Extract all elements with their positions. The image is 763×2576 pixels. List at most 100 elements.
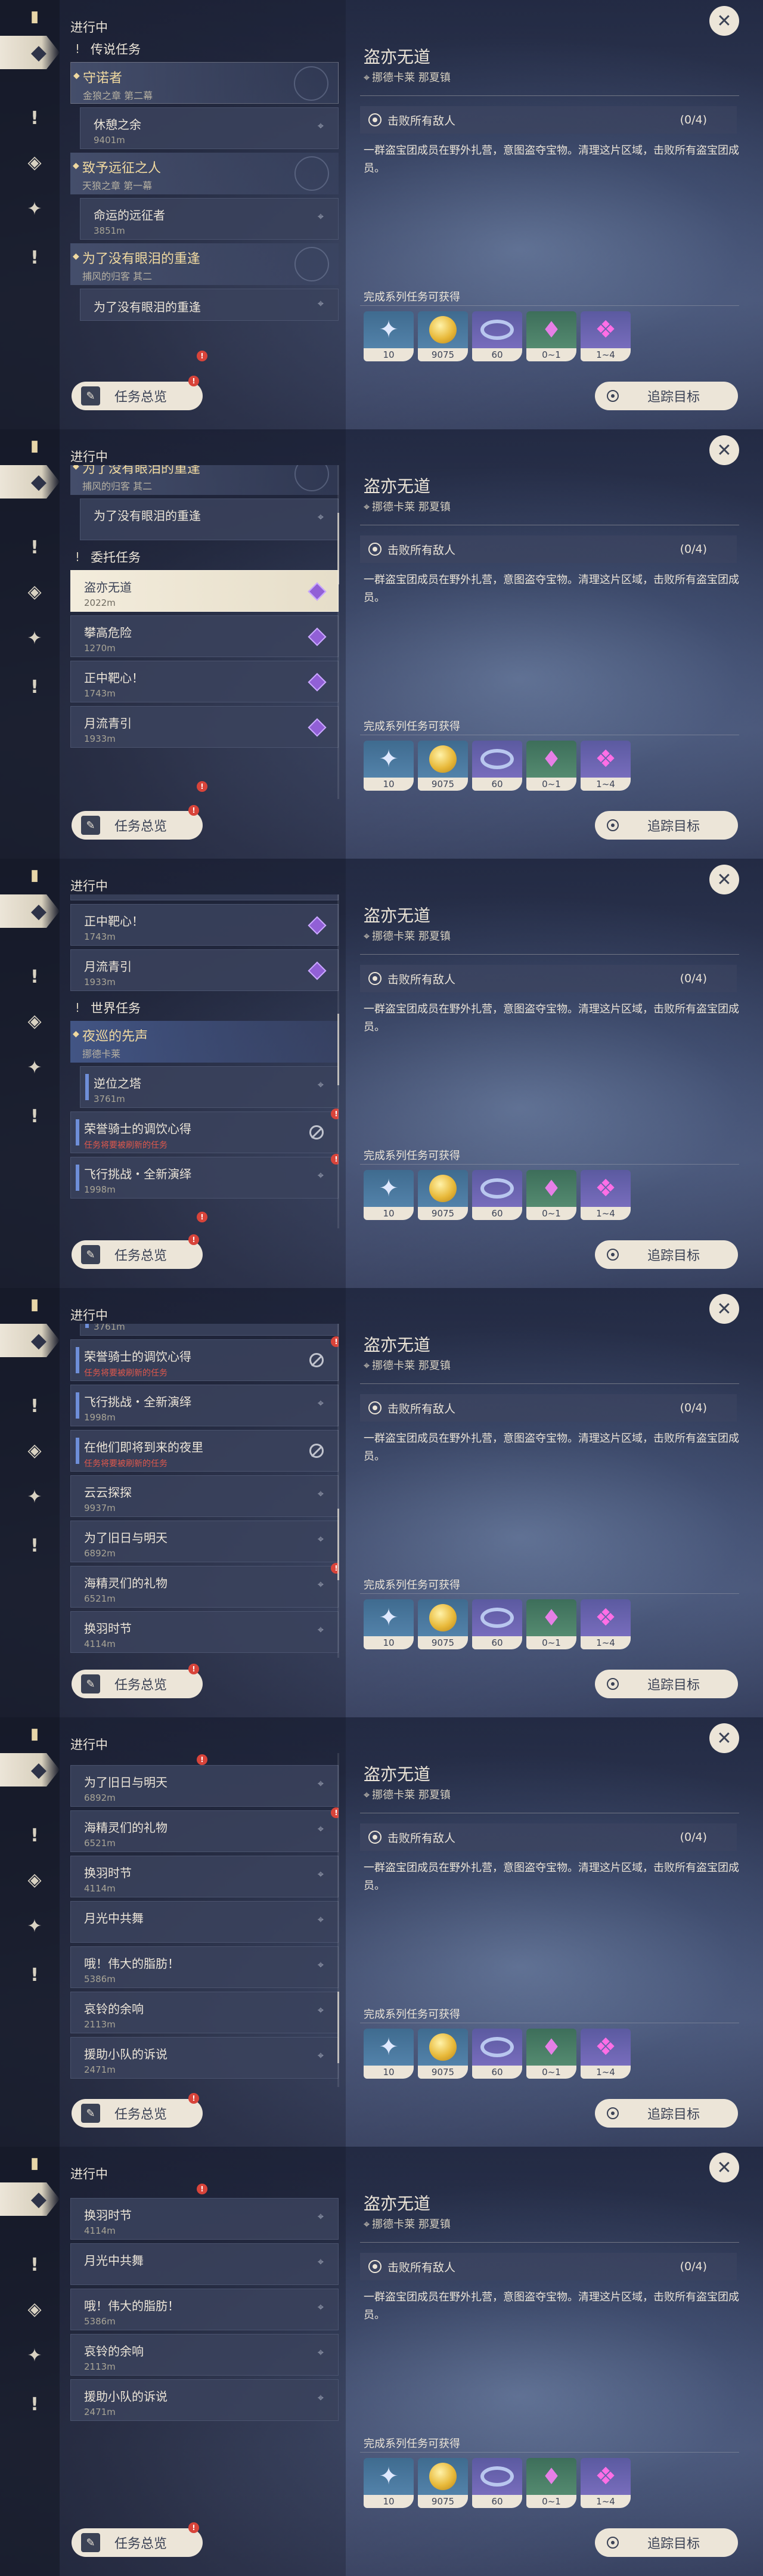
diamond-icon[interactable]: ◈ xyxy=(23,2297,46,2321)
reward-item[interactable]: ♦ 0~1 xyxy=(526,311,576,361)
list-item[interactable]: 月光中共舞 ⌖ xyxy=(70,2243,339,2285)
reward-item[interactable]: ❖ 1~4 xyxy=(581,1599,631,1649)
diamond-icon[interactable]: ✦ xyxy=(23,1914,46,1938)
exclamation-icon[interactable]: ! xyxy=(23,2392,46,2416)
list-item[interactable]: 命运的远征者 3851m ⌖ xyxy=(80,198,339,240)
diamond-icon[interactable]: ◈ xyxy=(23,150,46,174)
list-item[interactable]: 休憩之余 9401m ⌖ xyxy=(80,107,339,149)
quest-book-icon[interactable]: ▮ xyxy=(23,1722,46,1746)
reward-item[interactable]: 9075 xyxy=(418,311,468,361)
list-item[interactable]: 攀高危险 1270m xyxy=(70,615,339,657)
diamond-icon[interactable]: ✦ xyxy=(23,1485,46,1509)
list-item[interactable]: 荣誉骑士的调饮心得 任务将要被刷新的任务 ! xyxy=(70,1109,339,1153)
quest-diamond-icon[interactable]: ◆ xyxy=(0,2182,60,2216)
quest-list[interactable]: 换羽时节 4114m ⌖ 月光中共舞 ⌖ 哦！伟大的脂肪！ 5386m ⌖ 哀铃… xyxy=(70,2182,339,2516)
list-item[interactable]: 为了旧日与明天 6892m ⌖ xyxy=(70,1765,339,1807)
quest-book-icon[interactable]: ▮ xyxy=(23,5,46,29)
reward-item[interactable]: 60 xyxy=(472,2458,522,2508)
list-item[interactable]: 攀高危险 1270m xyxy=(70,894,339,900)
reward-item[interactable]: ❖ 1~4 xyxy=(581,741,631,791)
exclamation-icon[interactable]: ! xyxy=(23,246,46,270)
reward-item[interactable]: ♦ 0~1 xyxy=(526,2029,576,2079)
list-item[interactable]: 月光中共舞 ⌖ xyxy=(70,1901,339,1943)
list-item[interactable]: 哀铃的余响 2113m ⌖ xyxy=(70,2334,339,2376)
quest-diamond-icon[interactable]: ◆ xyxy=(0,36,60,69)
quest-overview-button[interactable]: ✎ 任务总览 ! xyxy=(72,1234,203,1269)
exclamation-icon[interactable]: ! xyxy=(23,535,46,559)
scrollbar[interactable] xyxy=(337,1324,339,1658)
track-target-button[interactable]: 追踪目标 xyxy=(595,1240,738,1269)
quest-overview-button[interactable]: ✎ 任务总览 ! xyxy=(72,2522,203,2557)
track-target-button[interactable]: 追踪目标 xyxy=(595,382,738,410)
list-item[interactable]: 换羽时节 4114m ⌖ xyxy=(70,1611,339,1653)
quest-list[interactable]: 逆位之塔 3761m ⌖ 荣誉骑士的调饮心得 任务将要被刷新的任务 ! 飞行挑战… xyxy=(70,1324,339,1658)
list-item[interactable]: 月流青引 1933m xyxy=(70,706,339,748)
reward-item[interactable]: 9075 xyxy=(418,1599,468,1649)
reward-item[interactable]: ✦ 10 xyxy=(364,311,414,361)
list-item[interactable]: 逆位之塔 3761m ⌖ xyxy=(80,1324,339,1336)
diamond-icon[interactable]: ◈ xyxy=(23,1009,46,1033)
track-target-button[interactable]: 追踪目标 xyxy=(595,2099,738,2128)
quest-list[interactable]: ◆ 为了没有眼泪的重逢 捕风的归客 其二 为了没有眼泪的重逢 ⌖ ! 委托任务 盗… xyxy=(70,465,339,799)
list-item[interactable]: 正中靶心！ 1743m xyxy=(70,904,339,946)
list-item[interactable]: 哦！伟大的脂肪！ 5386m ⌖ xyxy=(70,1946,339,1988)
close-icon[interactable]: ✕ xyxy=(709,2153,739,2182)
quest-diamond-icon[interactable]: ◆ xyxy=(0,1324,60,1357)
reward-item[interactable]: ♦ 0~1 xyxy=(526,1599,576,1649)
quest-overview-button[interactable]: ✎ 任务总览 ! xyxy=(72,805,203,840)
quest-head-legend-3[interactable]: ◆ 为了没有眼泪的重逢 捕风的归客 其二 xyxy=(70,243,339,285)
reward-item[interactable]: 60 xyxy=(472,311,522,361)
diamond-icon[interactable]: ✦ xyxy=(23,197,46,221)
list-item[interactable]: 为了旧日与明天 6892m ⌖ xyxy=(70,1521,339,1562)
close-icon[interactable]: ✕ xyxy=(709,435,739,465)
exclamation-icon[interactable]: ! xyxy=(23,1963,46,1987)
list-item[interactable]: 为了没有眼泪的重逢 ⌖ xyxy=(80,499,339,540)
scrollbar[interactable] xyxy=(337,894,339,1228)
diamond-icon[interactable]: ✦ xyxy=(23,626,46,650)
exclamation-icon[interactable]: ! xyxy=(23,1534,46,1558)
list-item[interactable]: 援助小队的诉说 2471m ⌖ xyxy=(70,2379,339,2421)
reward-item[interactable]: ❖ 1~4 xyxy=(581,311,631,361)
list-item[interactable]: 换羽时节 4114m ⌖ xyxy=(70,1856,339,1897)
reward-item[interactable]: ✦ 10 xyxy=(364,741,414,791)
list-item[interactable]: 援助小队的诉说 2471m ⌖ xyxy=(70,2037,339,2079)
list-item[interactable]: 哀铃的余响 2113m ⌖ xyxy=(70,1992,339,2033)
exclamation-icon[interactable]: ! xyxy=(23,106,46,130)
track-target-button[interactable]: 追踪目标 xyxy=(595,1670,738,1698)
reward-item[interactable]: 9075 xyxy=(418,1170,468,1220)
quest-overview-button[interactable]: ✎ 任务总览 ! xyxy=(72,1664,203,1698)
reward-item[interactable]: 60 xyxy=(472,2029,522,2079)
close-icon[interactable]: ✕ xyxy=(709,1723,739,1753)
list-item[interactable]: 海精灵们的礼物 6521m ⌖ ! xyxy=(70,1807,339,1852)
quest-book-icon[interactable]: ▮ xyxy=(23,434,46,458)
exclamation-icon[interactable]: ! xyxy=(23,1394,46,1418)
diamond-icon[interactable]: ◈ xyxy=(23,580,46,603)
reward-item[interactable]: 60 xyxy=(472,1170,522,1220)
quest-list[interactable]: 为了旧日与明天 6892m ⌖ 海精灵们的礼物 6521m ⌖ ! 换羽时节 4… xyxy=(70,1753,339,2087)
quest-head-legend-2[interactable]: ◆ 致予远征之人 天狼之章 第一幕 xyxy=(70,153,339,194)
list-item[interactable]: 荣誉骑士的调饮心得 任务将要被刷新的任务 ! xyxy=(70,1336,339,1381)
track-target-button[interactable]: 追踪目标 xyxy=(595,2528,738,2557)
close-icon[interactable]: ✕ xyxy=(709,6,739,36)
list-item[interactable]: 云云探探 9937m ⌖ xyxy=(70,1475,339,1517)
quest-overview-button[interactable]: ✎ 任务总览 ! xyxy=(72,2093,203,2128)
list-item[interactable]: 飞行挑战・全新演绎 1998m ⌖ ! xyxy=(70,1154,339,1199)
reward-item[interactable]: 60 xyxy=(472,741,522,791)
list-item[interactable]: 飞行挑战・全新演绎 1998m ⌖ xyxy=(70,1385,339,1426)
list-item[interactable]: 为了没有眼泪的重逢 ⌖ xyxy=(80,289,339,321)
list-item[interactable]: 月流青引 1933m xyxy=(70,949,339,991)
scrollbar[interactable] xyxy=(337,1753,339,2087)
reward-item[interactable]: 60 xyxy=(472,1599,522,1649)
list-item[interactable]: 盗亦无道 2022m xyxy=(70,570,339,612)
exclamation-icon[interactable]: ! xyxy=(23,675,46,699)
exclamation-icon[interactable]: ! xyxy=(23,2253,46,2277)
reward-item[interactable]: ❖ 1~4 xyxy=(581,1170,631,1220)
reward-item[interactable]: 9075 xyxy=(418,741,468,791)
reward-item[interactable]: ♦ 0~1 xyxy=(526,2458,576,2508)
quest-overview-button[interactable]: ✎ 任务总览 ! xyxy=(72,376,203,410)
close-icon[interactable]: ✕ xyxy=(709,1294,739,1324)
reward-item[interactable]: ✦ 10 xyxy=(364,2458,414,2508)
scrollbar[interactable] xyxy=(337,465,339,799)
close-icon[interactable]: ✕ xyxy=(709,865,739,894)
diamond-icon[interactable]: ◈ xyxy=(23,1868,46,1891)
